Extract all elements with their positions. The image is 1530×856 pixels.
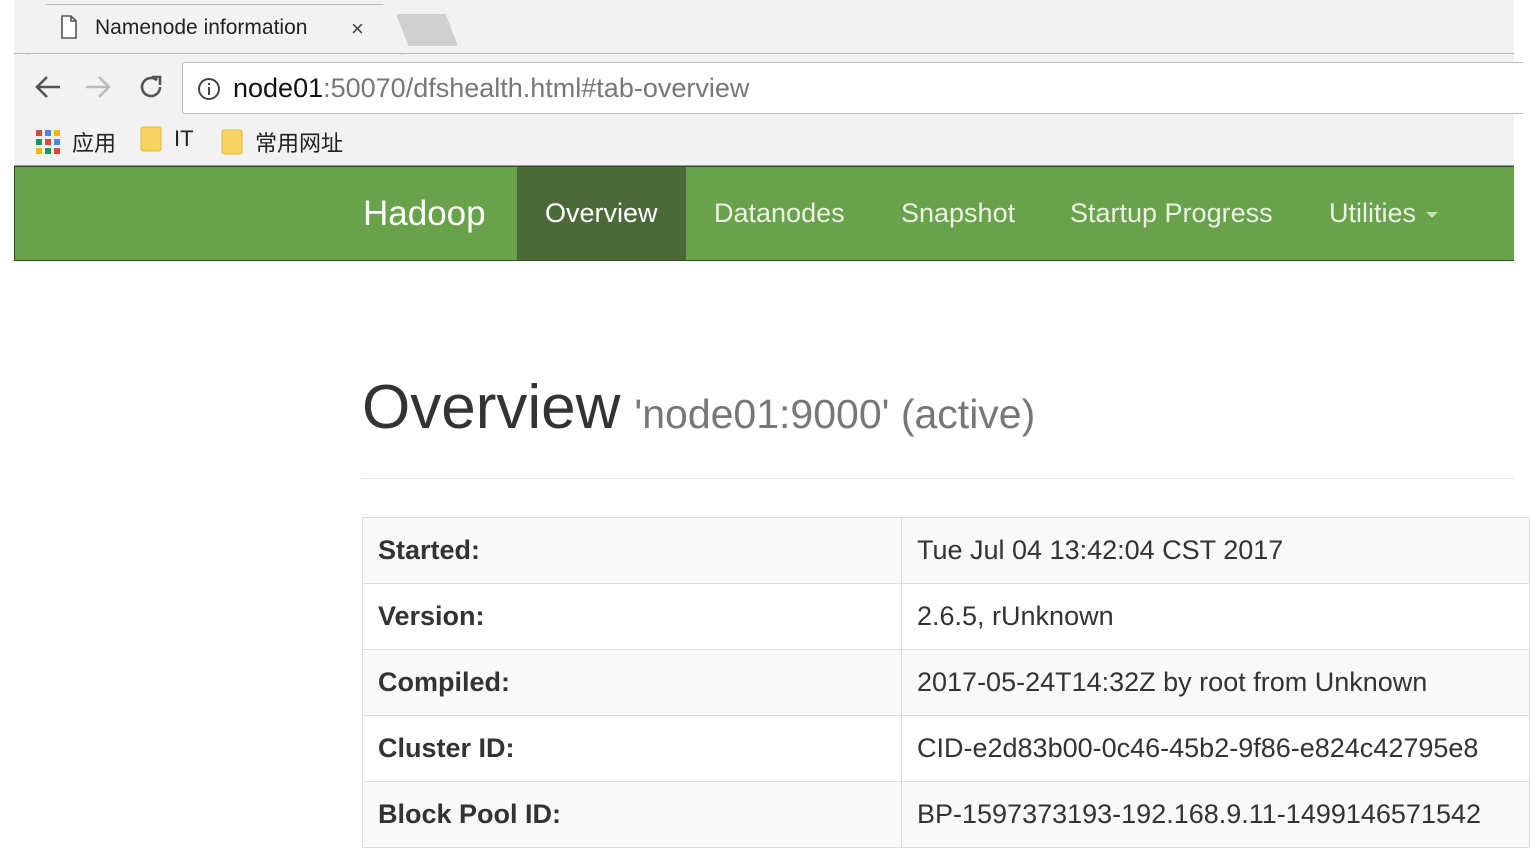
bookmark-label: 应用 bbox=[72, 131, 117, 156]
folder-icon bbox=[140, 126, 162, 152]
row-key: Version: bbox=[362, 583, 902, 650]
caret-down-icon bbox=[1426, 211, 1439, 218]
page-title: Overview bbox=[362, 373, 621, 442]
row-key: Compiled: bbox=[362, 649, 902, 716]
bookmark-apps[interactable]: 应用 bbox=[36, 126, 116, 158]
nav-utilities-label: Utilities bbox=[1329, 198, 1417, 228]
nav-datanodes[interactable]: Datanodes bbox=[686, 167, 873, 260]
table-row: Compiled: 2017-05-24T14:32Z by root from… bbox=[362, 649, 1530, 716]
bookmark-label: 常用网址 bbox=[255, 131, 344, 156]
row-key: Block Pool ID: bbox=[362, 781, 902, 848]
page-header: Overview 'node01:9000' (active) bbox=[362, 372, 1035, 443]
back-arrow-icon[interactable] bbox=[34, 72, 62, 107]
page-icon bbox=[60, 15, 78, 44]
info-icon[interactable] bbox=[197, 77, 221, 106]
nav-utilities[interactable]: Utilities bbox=[1301, 167, 1466, 260]
folder-icon bbox=[221, 129, 243, 155]
row-value: BP-1597373193-192.168.9.11-1499146571542 bbox=[901, 781, 1530, 848]
page-subtitle: 'node01:9000' (active) bbox=[634, 391, 1036, 437]
apps-grid-icon bbox=[36, 130, 60, 154]
tab-strip-divider bbox=[14, 53, 1514, 54]
overview-table: Started: Tue Jul 04 13:42:04 CST 2017 Ve… bbox=[362, 517, 1530, 848]
table-row: Cluster ID: CID-e2d83b00-0c46-45b2-9f86-… bbox=[362, 715, 1530, 782]
bookmark-folder-common[interactable]: 常用网址 bbox=[221, 126, 343, 158]
tab-close-icon[interactable]: × bbox=[351, 16, 364, 42]
row-key: Cluster ID: bbox=[362, 715, 902, 782]
url-text[interactable]: node01:50070/dfshealth.html#tab-overview bbox=[233, 73, 749, 104]
nav-startup-progress[interactable]: Startup Progress bbox=[1042, 167, 1301, 260]
row-value: 2.6.5, rUnknown bbox=[901, 583, 1530, 650]
url-path: :50070/dfshealth.html#tab-overview bbox=[323, 73, 750, 103]
reload-icon[interactable] bbox=[136, 72, 166, 107]
row-value: 2017-05-24T14:32Z by root from Unknown bbox=[901, 649, 1530, 716]
row-value: Tue Jul 04 13:42:04 CST 2017 bbox=[901, 517, 1530, 584]
address-bar[interactable]: node01:50070/dfshealth.html#tab-overview bbox=[182, 62, 1523, 114]
nav-overview[interactable]: Overview bbox=[517, 167, 686, 260]
table-row: Started: Tue Jul 04 13:42:04 CST 2017 bbox=[362, 517, 1530, 584]
table-row: Block Pool ID: BP-1597373193-192.168.9.1… bbox=[362, 781, 1530, 848]
bookmark-label: IT bbox=[174, 126, 194, 151]
header-divider bbox=[362, 478, 1514, 479]
row-key: Started: bbox=[362, 517, 902, 584]
forward-arrow-icon[interactable] bbox=[84, 72, 112, 107]
table-row: Version: 2.6.5, rUnknown bbox=[362, 583, 1530, 650]
bookmark-folder-it[interactable]: IT bbox=[140, 126, 194, 152]
brand-logo[interactable]: Hadoop bbox=[363, 194, 486, 234]
url-host: node01 bbox=[233, 73, 324, 103]
nav-snapshot[interactable]: Snapshot bbox=[873, 167, 1043, 260]
row-value: CID-e2d83b00-0c46-45b2-9f86-e824c42795e8 bbox=[901, 715, 1530, 782]
bookmarks-bar: 应用 IT 常用网址 bbox=[14, 118, 1514, 164]
hadoop-navbar: Hadoop Overview Datanodes Snapshot Start… bbox=[14, 166, 1514, 261]
tab-title[interactable]: Namenode information bbox=[95, 16, 335, 40]
